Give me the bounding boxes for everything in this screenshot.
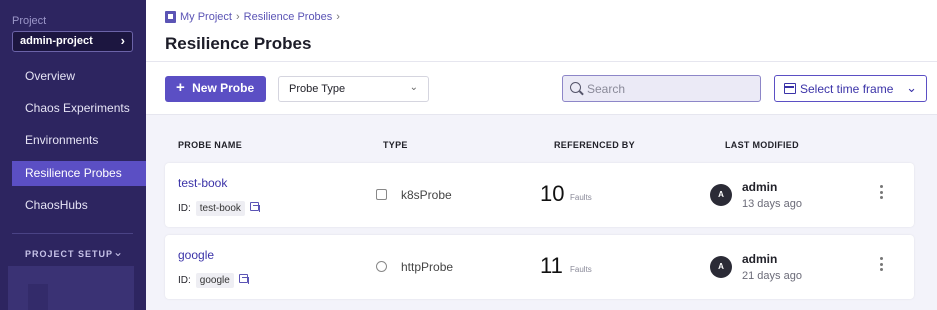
- kubernetes-icon: [376, 189, 387, 200]
- search-input[interactable]: Search: [562, 75, 761, 102]
- more-options-icon[interactable]: [880, 257, 884, 273]
- chevron-down-icon: ⌄: [409, 82, 418, 93]
- calendar-icon: [784, 83, 796, 94]
- search-placeholder: Search: [587, 82, 626, 96]
- modified-time: 21 days ago: [742, 270, 802, 282]
- probe-id-label: ID:: [178, 203, 191, 214]
- avatar: A: [710, 256, 732, 278]
- column-header-probe-name: PROBE NAME: [178, 140, 243, 150]
- probe-type: httpProbe: [401, 260, 454, 274]
- sidebar: Project admin-project › Overview Chaos E…: [0, 0, 146, 310]
- referenced-unit: Faults: [570, 193, 592, 202]
- sidebar-footer-block: [28, 284, 48, 310]
- probe-type: k8sProbe: [401, 188, 452, 202]
- referenced-count: 11: [540, 253, 563, 278]
- breadcrumb-separator-icon: ›: [235, 11, 240, 23]
- sidebar-item-overview[interactable]: Overview: [12, 64, 146, 89]
- probe-name-link[interactable]: google: [178, 248, 214, 262]
- table-row[interactable]: google ID: google httpProbe 11 Faults A …: [165, 235, 914, 299]
- sidebar-item-resilience-probes[interactable]: Resilience Probes: [12, 161, 146, 186]
- toolbar: + New Probe Probe Type ⌄ Search Select t…: [146, 62, 937, 115]
- modified-time: 13 days ago: [742, 198, 802, 210]
- project-selector[interactable]: admin-project ›: [12, 31, 133, 52]
- probe-id-label: ID:: [178, 275, 191, 286]
- probe-name-link[interactable]: test-book: [178, 176, 227, 190]
- breadcrumb: My Project › Resilience Probes ›: [165, 11, 340, 23]
- probe-id-value: google: [195, 273, 234, 288]
- sidebar-item-chaoshubs[interactable]: ChaosHubs: [12, 193, 146, 218]
- copy-icon[interactable]: [249, 202, 260, 212]
- breadcrumb-resilience-probes[interactable]: Resilience Probes: [244, 11, 333, 23]
- globe-icon: [376, 261, 387, 272]
- table-row[interactable]: test-book ID: test-book k8sProbe 10 Faul…: [165, 163, 914, 227]
- chevron-right-icon: ›: [120, 33, 125, 48]
- referenced-count: 10: [540, 181, 565, 206]
- modified-by: admin: [742, 252, 778, 266]
- probe-type-dropdown[interactable]: Probe Type ⌄: [278, 76, 429, 102]
- new-probe-button[interactable]: + New Probe: [165, 76, 266, 102]
- project-icon: [165, 11, 176, 23]
- column-header-type: TYPE: [383, 140, 408, 150]
- sidebar-item-environments[interactable]: Environments: [12, 128, 146, 153]
- new-probe-label: New Probe: [192, 81, 255, 95]
- copy-icon[interactable]: [238, 274, 249, 284]
- time-frame-label: Select time frame: [800, 82, 894, 96]
- more-options-icon[interactable]: [880, 185, 884, 201]
- page-title: Resilience Probes: [165, 34, 312, 53]
- sidebar-item-chaos-experiments[interactable]: Chaos Experiments: [12, 96, 146, 121]
- probe-type-placeholder: Probe Type: [289, 83, 346, 95]
- page-header: My Project › Resilience Probes › Resilie…: [146, 0, 937, 62]
- probe-id: ID: test-book: [178, 201, 260, 216]
- chevron-down-icon[interactable]: ⌄: [113, 245, 123, 259]
- probe-id: ID: google: [178, 273, 249, 288]
- search-icon: [570, 82, 581, 93]
- project-label: Project: [12, 15, 47, 27]
- modified-by: admin: [742, 180, 778, 194]
- select-time-frame-button[interactable]: Select time frame ⌄: [774, 75, 927, 102]
- sidebar-footer-panel: [8, 266, 134, 310]
- column-header-referenced-by: REFERENCED BY: [554, 140, 635, 150]
- breadcrumb-my-project[interactable]: My Project: [180, 11, 232, 23]
- project-name: admin-project: [20, 35, 93, 47]
- project-setup-section[interactable]: PROJECT SETUP: [25, 249, 113, 259]
- chevron-down-icon: ⌄: [906, 80, 917, 95]
- breadcrumb-separator-icon: ›: [336, 11, 340, 23]
- sidebar-divider: [12, 233, 133, 234]
- plus-icon: +: [176, 79, 185, 96]
- avatar: A: [710, 184, 732, 206]
- column-header-last-modified: LAST MODIFIED: [725, 140, 799, 150]
- probe-id-value: test-book: [195, 201, 245, 216]
- referenced-unit: Faults: [570, 265, 592, 274]
